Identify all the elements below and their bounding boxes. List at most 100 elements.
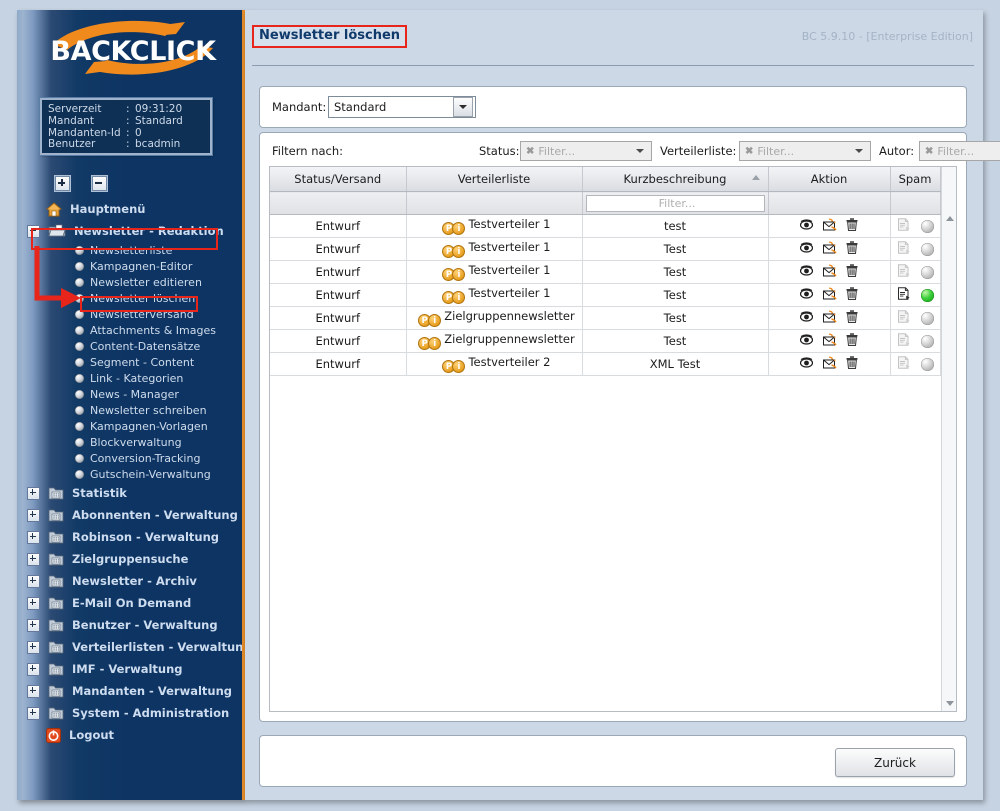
table-row[interactable]: Entwurf Pi Testverteiler 1 Test bbox=[270, 260, 941, 284]
preview-button[interactable] bbox=[799, 356, 814, 372]
column-filter-input[interactable]: Filter... bbox=[585, 194, 765, 212]
spam-report-button[interactable] bbox=[897, 309, 911, 327]
sidebar-subitem-kampagnen-editor[interactable]: Kampagnen-Editor bbox=[17, 258, 245, 274]
spam-status-lamp-icon[interactable] bbox=[920, 242, 934, 256]
info-badge-icon[interactable]: i bbox=[452, 291, 466, 305]
filter-select-status[interactable]: ✖ Filter... bbox=[520, 141, 652, 161]
expand-icon[interactable] bbox=[27, 706, 40, 720]
clear-filter-icon[interactable]: ✖ bbox=[925, 146, 933, 157]
expand-icon[interactable] bbox=[27, 530, 40, 544]
info-badge-icon[interactable]: i bbox=[428, 337, 442, 351]
spam-report-button[interactable] bbox=[897, 240, 911, 258]
info-badge-icon[interactable]: i bbox=[452, 360, 466, 374]
table-row[interactable]: Entwurf Pi Zielgruppennewsletter Test bbox=[270, 329, 941, 353]
spam-report-button[interactable] bbox=[897, 263, 911, 281]
delete-button[interactable] bbox=[846, 264, 858, 280]
info-badge-icon[interactable]: i bbox=[452, 268, 466, 282]
info-badge-icon[interactable]: i bbox=[452, 245, 466, 259]
delete-button[interactable] bbox=[846, 310, 858, 326]
preview-button[interactable] bbox=[799, 218, 814, 234]
sidebar-item-robinson-verwaltung[interactable]: Robinson - Verwaltung bbox=[17, 526, 245, 548]
clear-filter-icon[interactable]: ✖ bbox=[526, 146, 534, 157]
sidebar-item-hauptmenu[interactable]: Hauptmenü bbox=[17, 198, 245, 220]
sidebar-subitem-blockverwaltung[interactable]: Blockverwaltung bbox=[17, 434, 245, 450]
preview-button[interactable] bbox=[799, 333, 814, 349]
collapse-all-button[interactable] bbox=[92, 176, 108, 192]
expand-icon[interactable] bbox=[27, 574, 40, 588]
info-badge-icon[interactable]: i bbox=[428, 314, 442, 328]
sidebar-subitem-attachments-images[interactable]: Attachments & Images bbox=[17, 322, 245, 338]
chevron-down-icon[interactable] bbox=[855, 149, 863, 153]
send-test-mail-button[interactable] bbox=[822, 241, 837, 257]
clear-filter-icon[interactable]: ✖ bbox=[745, 146, 753, 157]
send-test-mail-button[interactable] bbox=[822, 287, 837, 303]
preview-button[interactable] bbox=[799, 241, 814, 257]
delete-button[interactable] bbox=[846, 218, 858, 234]
sidebar-item-abonnenten-verwaltung[interactable]: Abonnenten - Verwaltung bbox=[17, 504, 245, 526]
column-header-kurzbeschreibung[interactable]: Kurzbeschreibung bbox=[582, 167, 769, 192]
spam-status-lamp-icon[interactable] bbox=[920, 288, 934, 302]
table-row[interactable]: Entwurf Pi Zielgruppennewsletter Test bbox=[270, 306, 941, 330]
send-test-mail-button[interactable] bbox=[822, 333, 837, 349]
sidebar-item-system-administration[interactable]: System - Administration bbox=[17, 702, 245, 724]
sidebar-item-statistik[interactable]: Statistik bbox=[17, 482, 245, 504]
expand-icon[interactable] bbox=[27, 684, 40, 698]
scroll-down-button[interactable] bbox=[942, 696, 956, 711]
sidebar-item-imf-verwaltung[interactable]: IMF - Verwaltung bbox=[17, 658, 245, 680]
sidebar-subitem-gutschein-verwaltung[interactable]: Gutschein-Verwaltung bbox=[17, 466, 245, 482]
send-test-mail-button[interactable] bbox=[822, 310, 837, 326]
spam-status-lamp-icon[interactable] bbox=[920, 334, 934, 348]
column-header-aktion[interactable]: Aktion bbox=[768, 167, 891, 192]
spam-report-button[interactable] bbox=[897, 217, 911, 235]
expand-all-button[interactable] bbox=[55, 176, 70, 192]
expand-icon[interactable] bbox=[27, 640, 40, 654]
sidebar-subitem-newsletterliste[interactable]: Newsletterliste bbox=[17, 242, 245, 258]
sidebar-subitem-link-kategorien[interactable]: Link - Kategorien bbox=[17, 370, 245, 386]
table-row[interactable]: Entwurf Pi Testverteiler 1 test bbox=[270, 214, 941, 238]
scroll-up-button[interactable] bbox=[942, 211, 956, 226]
sidebar-item-zielgruppensuche[interactable]: Zielgruppensuche bbox=[17, 548, 245, 570]
sidebar-subitem-newsletterversand[interactable]: Newsletterversand bbox=[17, 306, 245, 322]
delete-button[interactable] bbox=[846, 287, 858, 303]
delete-button[interactable] bbox=[846, 333, 858, 349]
filter-select-autor[interactable]: ✖ Filter... bbox=[919, 141, 1000, 161]
expand-icon[interactable] bbox=[27, 618, 40, 632]
chevron-down-icon[interactable] bbox=[636, 149, 644, 153]
collapse-icon[interactable] bbox=[27, 224, 40, 238]
spam-status-lamp-icon[interactable] bbox=[920, 219, 934, 233]
sidebar-subitem-newsletter-löschen[interactable]: Newsletter löschen bbox=[17, 290, 245, 306]
expand-icon[interactable] bbox=[27, 662, 40, 676]
spam-status-lamp-icon[interactable] bbox=[920, 265, 934, 279]
preview-button[interactable] bbox=[799, 310, 814, 326]
preview-button[interactable] bbox=[799, 287, 814, 303]
send-test-mail-button[interactable] bbox=[822, 218, 837, 234]
sidebar-subitem-news-manager[interactable]: News - Manager bbox=[17, 386, 245, 402]
spam-report-button[interactable] bbox=[897, 332, 911, 350]
sidebar-subitem-newsletter-editieren[interactable]: Newsletter editieren bbox=[17, 274, 245, 290]
sidebar-item-logout[interactable]: Logout bbox=[17, 724, 245, 746]
expand-icon[interactable] bbox=[27, 552, 40, 566]
sidebar-subitem-kampagnen-vorlagen[interactable]: Kampagnen-Vorlagen bbox=[17, 418, 245, 434]
table-row[interactable]: Entwurf Pi Testverteiler 1 Test bbox=[270, 283, 941, 307]
sidebar-subitem-content-datensätze[interactable]: Content-Datensätze bbox=[17, 338, 245, 354]
spam-report-button[interactable] bbox=[897, 355, 911, 373]
expand-icon[interactable] bbox=[27, 508, 40, 522]
sidebar-item-e-mail-on-demand[interactable]: E-Mail On Demand bbox=[17, 592, 245, 614]
chevron-down-icon[interactable] bbox=[453, 97, 473, 117]
mandant-select[interactable]: Standard bbox=[328, 96, 476, 118]
spam-status-lamp-icon[interactable] bbox=[920, 357, 934, 371]
sidebar-item-mandanten-verwaltung[interactable]: Mandanten - Verwaltung bbox=[17, 680, 245, 702]
column-header-spam[interactable]: Spam bbox=[890, 167, 941, 192]
table-vertical-scrollbar[interactable] bbox=[941, 167, 956, 711]
expand-icon[interactable] bbox=[27, 596, 40, 610]
sidebar-item-benutzer-verwaltung[interactable]: Benutzer - Verwaltung bbox=[17, 614, 245, 636]
sidebar-subitem-newsletter-schreiben[interactable]: Newsletter schreiben bbox=[17, 402, 245, 418]
sidebar-item-newsletter-archiv[interactable]: Newsletter - Archiv bbox=[17, 570, 245, 592]
sidebar-subitem-segment-content[interactable]: Segment - Content bbox=[17, 354, 245, 370]
send-test-mail-button[interactable] bbox=[822, 356, 837, 372]
column-header-status-versand[interactable]: Status/Versand bbox=[270, 167, 407, 192]
table-row[interactable]: Entwurf Pi Testverteiler 2 XML Test bbox=[270, 352, 941, 376]
preview-button[interactable] bbox=[799, 264, 814, 280]
table-row[interactable]: Entwurf Pi Testverteiler 1 Test bbox=[270, 237, 941, 261]
sidebar-subitem-conversion-tracking[interactable]: Conversion-Tracking bbox=[17, 450, 245, 466]
